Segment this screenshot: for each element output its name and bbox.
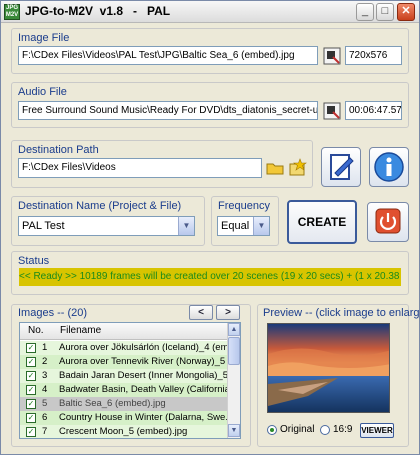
list-item[interactable]: ✓ 2 Aurora over Tennevik River (Norway)_… xyxy=(20,355,228,369)
list-header: No. Filename xyxy=(20,323,228,340)
info-button[interactable] xyxy=(369,147,409,187)
item-filename: Aurora over Jökulsárlón (Iceland)_4 (em.… xyxy=(59,342,228,353)
destination-name-combo[interactable]: PAL Test ▼ xyxy=(18,216,195,236)
image-file-path-field[interactable]: F:\CDex Files\Videos\PAL Test\JPG\Baltic… xyxy=(18,46,318,65)
item-number: 5 xyxy=(42,398,48,409)
item-filename: Country House in Winter (Dalarna, Swe... xyxy=(59,412,228,423)
edit-page-icon xyxy=(330,154,354,180)
list-item[interactable]: ✓ 3 Badain Jaran Desert (Inner Mongolia)… xyxy=(20,369,228,383)
next-image-button[interactable]: > xyxy=(216,305,240,320)
image-resolution-field: 720x576 xyxy=(345,46,402,65)
checkbox[interactable]: ✓ xyxy=(26,399,36,409)
list-item[interactable]: ✓ 7 Crescent Moon_5 (embed).jpg xyxy=(20,425,228,438)
destination-path-label: Destination Path xyxy=(18,144,99,156)
browse-audio-icon[interactable] xyxy=(322,101,342,121)
column-no[interactable]: No. xyxy=(28,325,44,336)
images-label: Images -- (20) xyxy=(18,307,88,319)
close-button[interactable]: ✕ xyxy=(397,3,415,21)
create-button[interactable]: CREATE xyxy=(287,200,357,244)
edit-settings-button[interactable] xyxy=(321,147,361,187)
power-icon xyxy=(375,208,401,234)
frequency-combo[interactable]: Equal ▼ xyxy=(217,216,270,236)
checkbox[interactable]: ✓ xyxy=(26,357,36,367)
preview-thumbnail xyxy=(268,324,389,412)
item-number: 1 xyxy=(42,342,48,353)
item-number: 3 xyxy=(42,370,48,381)
list-item-selected[interactable]: ✓ 5 Baltic Sea_6 (embed).jpg xyxy=(20,397,228,411)
item-number: 2 xyxy=(42,356,48,367)
images-list[interactable]: No. Filename ✓ 1 Aurora over Jökulsárlón… xyxy=(19,322,241,439)
destination-path-field[interactable]: F:\CDex Files\Videos xyxy=(18,158,262,178)
item-filename: Badwater Basin, Death Valley (California… xyxy=(59,384,228,395)
status-message: << Ready >> 10189 frames will be created… xyxy=(19,268,401,286)
destination-name-value: PAL Test xyxy=(22,220,65,232)
item-filename: Aurora over Tennevik River (Norway)_5 ..… xyxy=(59,356,228,367)
chevron-down-icon[interactable]: ▼ xyxy=(178,217,194,235)
audio-file-path-field[interactable]: Free Surround Sound Music\Ready For DVD\… xyxy=(18,101,318,120)
scroll-thumb[interactable] xyxy=(228,337,240,365)
original-radio-label[interactable]: Original xyxy=(280,424,314,435)
stop-button[interactable] xyxy=(367,202,409,242)
original-radio[interactable] xyxy=(267,425,277,435)
audio-file-label: Audio File xyxy=(18,86,67,98)
scroll-down-icon[interactable]: ▼ xyxy=(228,424,240,437)
preview-image[interactable] xyxy=(267,323,390,413)
item-filename: Badain Jaran Desert (Inner Mongolia)_5 .… xyxy=(59,370,228,381)
scroll-up-icon[interactable]: ▲ xyxy=(228,323,240,336)
minimize-button[interactable]: _ xyxy=(356,3,374,21)
item-number: 4 xyxy=(42,384,48,395)
checkbox[interactable]: ✓ xyxy=(26,427,36,437)
list-item[interactable]: ✓ 6 Country House in Winter (Dalarna, Sw… xyxy=(20,411,228,425)
item-filename: Crescent Moon_5 (embed).jpg xyxy=(59,426,188,437)
checkbox[interactable]: ✓ xyxy=(26,343,36,353)
title-bar[interactable]: JPG M2V JPG-to-M2V v1.8 - PAL _ □ ✕ xyxy=(1,1,419,23)
checkbox[interactable]: ✓ xyxy=(26,371,36,381)
favorite-star-icon[interactable] xyxy=(288,158,308,178)
app-window: JPG M2V JPG-to-M2V v1.8 - PAL _ □ ✕ Imag… xyxy=(0,0,420,455)
info-icon xyxy=(374,152,404,182)
aspect-169-radio[interactable] xyxy=(320,425,330,435)
item-number: 6 xyxy=(42,412,48,423)
viewer-button[interactable]: VIEWER xyxy=(360,423,394,438)
checkbox[interactable]: ✓ xyxy=(26,385,36,395)
maximize-button[interactable]: □ xyxy=(376,3,394,21)
checkbox[interactable]: ✓ xyxy=(26,413,36,423)
browse-image-icon[interactable] xyxy=(322,46,342,66)
list-scrollbar[interactable]: ▲ ▼ xyxy=(227,323,240,438)
status-label: Status xyxy=(18,255,50,267)
frequency-value: Equal xyxy=(221,220,250,232)
preview-label: Preview -- (click image to enlarge) xyxy=(263,307,420,319)
folder-icon[interactable] xyxy=(265,158,285,178)
item-filename: Baltic Sea_6 (embed).jpg xyxy=(59,398,166,409)
item-number: 7 xyxy=(42,426,48,437)
previous-image-button[interactable]: < xyxy=(189,305,213,320)
chevron-down-icon[interactable]: ▼ xyxy=(253,217,269,235)
image-file-label: Image File xyxy=(18,32,70,44)
list-item[interactable]: ✓ 4 Badwater Basin, Death Valley (Califo… xyxy=(20,383,228,397)
column-filename[interactable]: Filename xyxy=(60,325,101,336)
frequency-label: Frequency xyxy=(218,200,270,212)
destination-name-label: Destination Name (Project & File) xyxy=(18,200,182,212)
app-logo-icon: JPG M2V xyxy=(4,4,20,20)
window-title: JPG-to-M2V v1.8 - PAL xyxy=(25,4,171,18)
aspect-169-radio-label[interactable]: 16:9 xyxy=(333,424,352,435)
list-item[interactable]: ✓ 1 Aurora over Jökulsárlón (Iceland)_4 … xyxy=(20,341,228,355)
audio-duration-field: 00:06:47.573 xyxy=(345,101,402,120)
